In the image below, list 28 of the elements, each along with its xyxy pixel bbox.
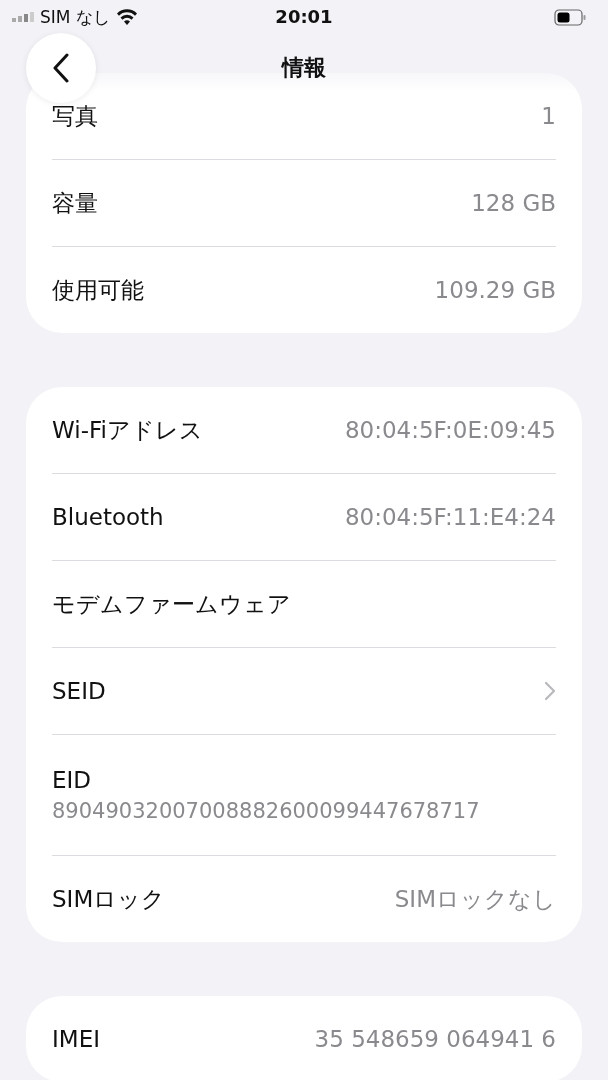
list-row[interactable]: SEID bbox=[52, 648, 556, 735]
battery-icon bbox=[554, 8, 586, 26]
back-button[interactable] bbox=[26, 33, 96, 103]
wifi-icon bbox=[115, 8, 138, 26]
row-value: SIMロックなし bbox=[394, 884, 556, 914]
row-label: Bluetooth bbox=[52, 504, 164, 530]
row-label: EID bbox=[52, 767, 92, 793]
row-label: Wi-Fiアドレス bbox=[52, 415, 203, 445]
row-label: SEID bbox=[52, 678, 106, 704]
row-value: 80:04:5F:11:E4:24 bbox=[344, 504, 556, 530]
row-label: SIMロック bbox=[52, 884, 166, 914]
row-label: 使用可能 bbox=[52, 275, 144, 305]
row-value: 128 GB bbox=[471, 190, 556, 216]
row-label: モデムファームウェア bbox=[52, 589, 291, 619]
signal-icon bbox=[12, 12, 34, 22]
row-value: 1 bbox=[541, 103, 556, 129]
row-value: 89049032007008882600099447678717 bbox=[52, 799, 480, 823]
back-icon bbox=[52, 53, 70, 83]
row-label: 容量 bbox=[52, 188, 98, 218]
row-value: 80:04:5F:0E:09:45 bbox=[344, 417, 556, 443]
status-time: 20:01 bbox=[275, 6, 333, 27]
row-label: 写真 bbox=[52, 101, 98, 131]
row-value: 109.29 GB bbox=[434, 277, 556, 303]
row-value: 35 548659 064941 6 bbox=[314, 1026, 556, 1052]
carrier-text: SIM なし bbox=[40, 5, 110, 29]
row-label: IMEI bbox=[52, 1026, 100, 1052]
chevron-icon bbox=[544, 681, 556, 701]
page-title: 情報 bbox=[282, 54, 326, 82]
